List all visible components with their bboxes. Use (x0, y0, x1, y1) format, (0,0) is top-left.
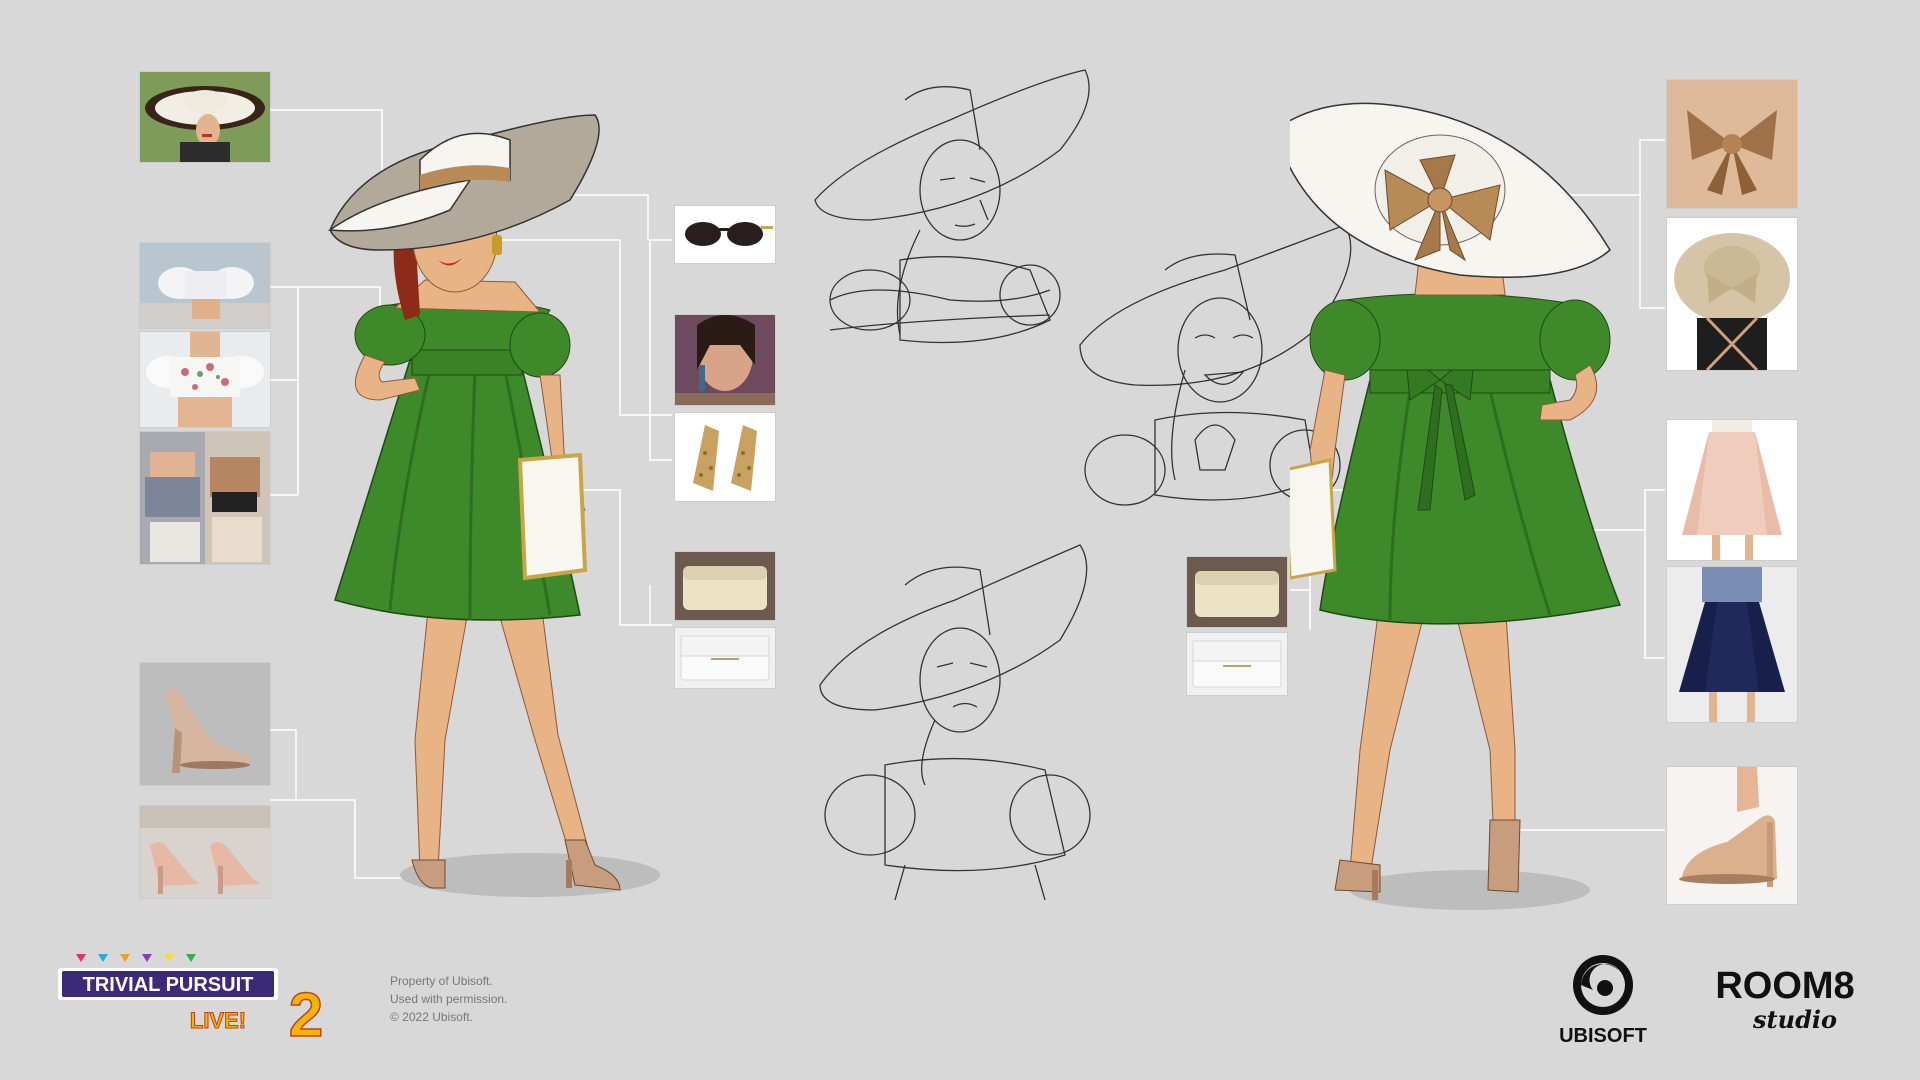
character-back-view (1290, 102, 1622, 910)
sunglasses-reference-photo (675, 206, 775, 263)
sketch-sad (819, 544, 1091, 901)
floral-top-photo-icon (140, 332, 270, 427)
beige-clutch-reference-photo-right (1187, 557, 1287, 627)
pink-heels-photo-icon (140, 806, 270, 898)
held-clutch (1290, 458, 1337, 580)
earring (492, 235, 502, 255)
offshoulder-tops-reference-photo (140, 432, 270, 564)
ribbon-bow-reference-photo (1667, 80, 1797, 208)
sunglasses-photo-icon (675, 206, 775, 263)
right-leg (494, 594, 589, 856)
pink-skirt-reference-photo (1667, 420, 1797, 560)
earring-model-reference-photo (675, 315, 775, 405)
trivial-pursuit-logo: TRIVIAL PURSUIT LIVE! 2 (58, 954, 324, 1040)
held-clutch (517, 452, 588, 581)
nude-heels-reference-photo (140, 663, 270, 785)
right-shoe (1487, 819, 1521, 893)
copyright-line: © 2022 Ubisoft. (390, 1010, 473, 1024)
gold-earrings-photo-icon (675, 413, 775, 501)
room8-wordmark: ROOM8 (1715, 965, 1854, 1007)
ribbon-bow-photo-icon (1667, 80, 1797, 208)
room8-studio-logo: ROOM8 studio (1715, 965, 1854, 1034)
beige-clutch-photo-icon (675, 552, 775, 620)
straw-hat-bow-photo-icon (1667, 218, 1797, 370)
pink-skirt-photo-icon (1667, 420, 1797, 560)
white-clutch-photo-icon (1187, 633, 1287, 695)
left-sleeve (1309, 299, 1381, 381)
white-clutch-reference-photo-right (1187, 633, 1287, 695)
nude-pump-reference-photo (1667, 767, 1797, 904)
ubisoft-logo: UBISOFT (1559, 955, 1647, 1047)
nude-pump-photo-icon (1667, 767, 1797, 904)
beige-clutch-photo-icon (1187, 557, 1287, 627)
white-clutch-photo-icon (675, 628, 775, 688)
logo-title: TRIVIAL PURSUIT (83, 974, 254, 996)
floor-shadow (1350, 870, 1590, 910)
white-clutch-reference-photo (675, 628, 775, 688)
hat-photo-icon (140, 72, 270, 162)
character-front-view (327, 114, 660, 897)
right-sleeve (509, 312, 571, 378)
logo-number: 2 (289, 981, 323, 1040)
earring-model-photo-icon (675, 315, 775, 405)
navy-skirt-photo-icon (1667, 567, 1797, 722)
nude-heels-photo-icon (140, 663, 270, 785)
navy-skirt-reference-photo (1667, 567, 1797, 722)
blouse-photo-icon (140, 243, 270, 328)
left-leg (1349, 599, 1426, 876)
copyright-line: Property of Ubisoft. (390, 974, 493, 988)
offshoulder-tops-photo-icon (140, 432, 270, 564)
left-leg (414, 589, 471, 871)
copyright-line: Used with permission. (390, 992, 508, 1006)
sketch-crossed-arms (814, 69, 1090, 344)
ubisoft-wordmark: UBISOFT (1559, 1025, 1647, 1047)
room8-subtitle: studio (1752, 1005, 1837, 1034)
straw-hat-bow-reference-photo (1667, 218, 1797, 370)
gold-earrings-reference-photo (675, 413, 775, 501)
blouse-reference-photo (140, 243, 270, 328)
beige-clutch-reference-photo (675, 552, 775, 620)
pink-heels-reference-photo (140, 806, 270, 898)
logo-gems (76, 954, 196, 962)
hat-reference-photo (140, 72, 270, 162)
right-sleeve (1539, 299, 1611, 381)
logo-live: LIVE! (190, 1008, 246, 1033)
ubisoft-swirl-icon (1573, 955, 1633, 1015)
floral-top-reference-photo (140, 332, 270, 427)
copyright-note: Property of Ubisoft. Used with permissio… (390, 972, 507, 1026)
